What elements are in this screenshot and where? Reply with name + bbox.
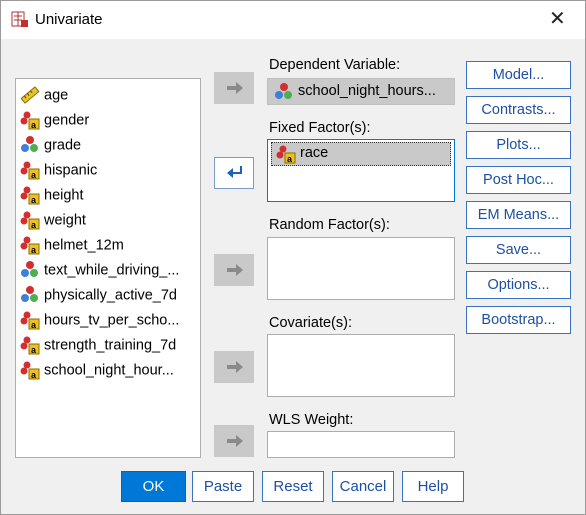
list-item-school-night-hours[interactable]: a school_night_hour...	[20, 357, 174, 381]
options-button[interactable]: Options...	[466, 271, 571, 299]
plots-button[interactable]: Plots...	[466, 131, 571, 159]
move-dependent-button[interactable]	[214, 72, 254, 104]
variable-list[interactable]: age a gender grade a hispanic a height a…	[15, 78, 201, 458]
ordinal-variable-icon	[21, 261, 38, 278]
arrow-right-icon	[227, 264, 243, 276]
fixed-factor-label: Fixed Factor(s):	[269, 120, 371, 136]
variable-label: grade	[44, 137, 82, 154]
variable-label: school_night_hour...	[44, 362, 174, 379]
variable-label: text_while_driving_...	[44, 262, 180, 279]
cancel-button[interactable]: Cancel	[332, 471, 394, 502]
list-item-hours-tv[interactable]: a hours_tv_per_scho...	[20, 307, 179, 331]
em-means-button[interactable]: EM Means...	[466, 201, 571, 229]
wls-weight-field[interactable]	[267, 431, 455, 458]
move-covariate-button[interactable]	[214, 351, 254, 383]
arrow-right-icon	[227, 435, 243, 447]
variable-label: strength_training_7d	[44, 337, 177, 354]
list-item-hispanic[interactable]: a hispanic	[20, 157, 97, 181]
nominal-variable-icon: a	[20, 336, 40, 355]
app-icon	[11, 11, 28, 27]
ordinal-variable-icon	[21, 286, 38, 303]
list-item-physically-active[interactable]: physically_active_7d	[20, 282, 177, 306]
close-icon[interactable]: ✕	[549, 9, 566, 29]
list-item-strength-training[interactable]: a strength_training_7d	[20, 332, 176, 356]
list-item-helmet[interactable]: a helmet_12m	[20, 232, 124, 256]
random-factor-label: Random Factor(s):	[269, 217, 390, 233]
arrow-left-icon	[227, 166, 242, 178]
variable-label: age	[44, 87, 69, 104]
move-random-factor-button[interactable]	[214, 254, 254, 286]
save-button[interactable]: Save...	[466, 236, 571, 264]
move-fixed-factor-button[interactable]	[214, 157, 254, 189]
list-item-height[interactable]: a height	[20, 182, 84, 206]
nominal-variable-icon: a	[20, 161, 40, 180]
nominal-variable-icon: a	[20, 211, 40, 230]
dependent-variable-label: Dependent Variable:	[269, 57, 401, 73]
window-title: Univariate	[35, 11, 103, 28]
dependent-variable-value: school_night_hours...	[298, 83, 436, 99]
list-item-grade[interactable]: grade	[20, 132, 81, 156]
reset-button[interactable]: Reset	[262, 471, 324, 502]
nominal-variable-icon: a	[20, 236, 40, 255]
move-wls-weight-button[interactable]	[214, 425, 254, 457]
random-factor-list[interactable]	[267, 237, 455, 300]
list-item-gender[interactable]: a gender	[20, 107, 89, 131]
paste-button[interactable]: Paste	[192, 471, 254, 502]
ok-button[interactable]: OK	[121, 471, 186, 502]
help-button[interactable]: Help	[402, 471, 464, 502]
fixed-factor-list[interactable]: a race	[267, 139, 455, 202]
model-button[interactable]: Model...	[466, 61, 571, 89]
arrow-right-icon	[227, 361, 243, 373]
list-item-race[interactable]: a race	[271, 142, 451, 166]
contrasts-button[interactable]: Contrasts...	[466, 96, 571, 124]
variable-label: helmet_12m	[44, 237, 124, 254]
dependent-variable-field[interactable]: school_night_hours...	[267, 78, 455, 105]
title-bar: Univariate ✕	[1, 1, 585, 39]
list-item-weight[interactable]: a weight	[20, 207, 86, 231]
covariate-label: Covariate(s):	[269, 315, 352, 331]
univariate-dialog: Univariate ✕ age a gender grade a hispan…	[0, 0, 586, 515]
list-item-text-while-driving[interactable]: text_while_driving_...	[20, 257, 179, 281]
bootstrap-button[interactable]: Bootstrap...	[466, 306, 571, 334]
fixed-factor-item-label: race	[300, 145, 329, 161]
post-hoc-button[interactable]: Post Hoc...	[466, 166, 571, 194]
variable-label: weight	[44, 212, 86, 229]
list-item-age[interactable]: age	[20, 82, 68, 106]
variable-label: physically_active_7d	[44, 287, 177, 304]
nominal-variable-icon: a	[20, 361, 40, 380]
arrow-right-icon	[227, 82, 243, 94]
ordinal-variable-icon	[21, 136, 38, 153]
variable-label: hispanic	[44, 162, 98, 179]
nominal-variable-icon: a	[276, 145, 296, 164]
nominal-variable-icon: a	[20, 111, 40, 130]
nominal-variable-icon: a	[20, 186, 40, 205]
ordinal-variable-icon	[275, 83, 292, 99]
nominal-variable-icon: a	[20, 311, 40, 330]
covariate-list[interactable]	[267, 334, 455, 397]
variable-label: gender	[44, 112, 90, 129]
wls-weight-label: WLS Weight:	[269, 412, 354, 428]
variable-label: hours_tv_per_scho...	[44, 312, 180, 329]
ruler-scale-icon	[20, 86, 40, 105]
variable-label: height	[44, 187, 84, 204]
